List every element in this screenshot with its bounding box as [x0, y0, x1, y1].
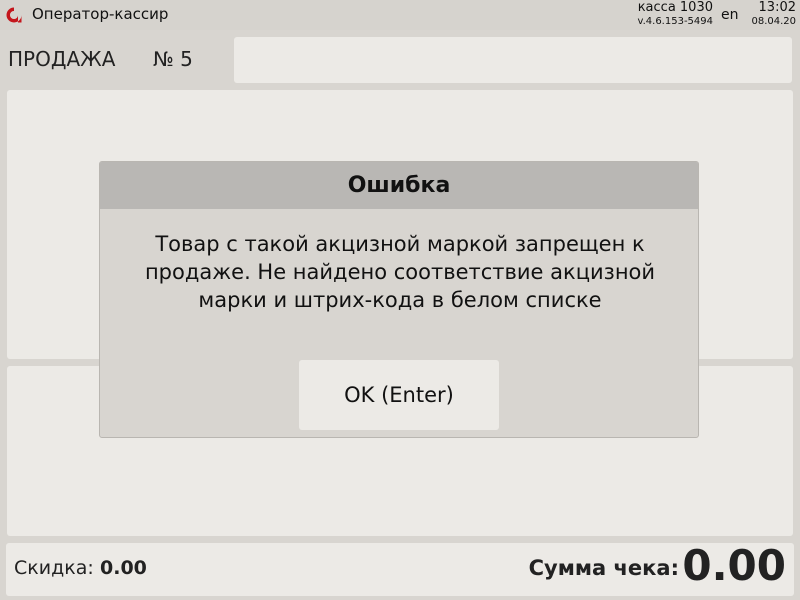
- sale-number: № 5: [153, 47, 193, 71]
- dialog-title: Ошибка: [100, 162, 698, 209]
- discount-label: Скидка:: [14, 557, 94, 579]
- dialog-message: Товар с такой акцизной маркой запрещен к…: [144, 232, 656, 312]
- footer-totals: Скидка: 0.00 Сумма чека: 0.00: [6, 541, 794, 596]
- ok-button[interactable]: OK (Enter): [299, 360, 499, 430]
- kassa-name: касса 1030: [637, 0, 713, 15]
- clock: 13:02 08.04.20: [751, 1, 796, 28]
- discount-value: 0.00: [100, 557, 147, 579]
- app-title: Оператор-кассир: [32, 5, 169, 23]
- app-logo-icon: [6, 7, 22, 23]
- clock-time: 13:02: [758, 0, 796, 15]
- sale-label: ПРОДАЖА: [8, 47, 116, 71]
- error-dialog: Ошибка Товар с такой акцизной маркой зап…: [99, 161, 699, 438]
- total-value: 0.00: [682, 541, 786, 590]
- language-switch[interactable]: en: [721, 7, 739, 23]
- clock-date: 08.04.20: [751, 16, 796, 27]
- kassa-info: касса 1030 v.4.6.153-5494: [637, 1, 713, 28]
- total-label: Сумма чека:: [528, 556, 679, 580]
- cashier-screen: Оператор-кассир касса 1030 v.4.6.153-549…: [0, 0, 800, 600]
- app-version: v.4.6.153-5494: [637, 16, 713, 27]
- top-bar: Оператор-кассир касса 1030 v.4.6.153-549…: [0, 0, 800, 30]
- sale-input-field[interactable]: [234, 37, 792, 83]
